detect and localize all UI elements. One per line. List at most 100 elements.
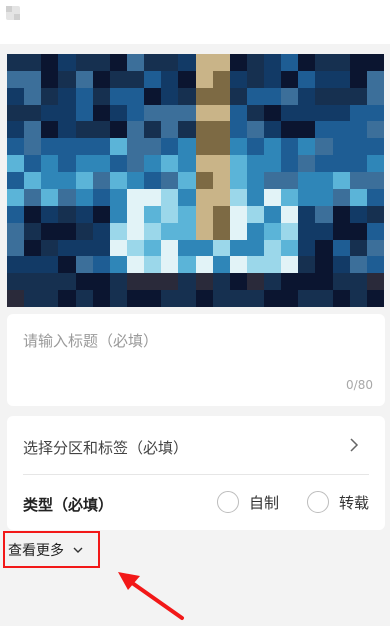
cover-pixel [126,273,145,291]
cover-pixel [7,87,25,106]
cover-pixel [246,155,265,173]
radio-circle-icon[interactable] [217,491,239,513]
cover-pixel [281,239,299,257]
cover-pixel [349,205,368,224]
cover-pixel [229,104,248,122]
cover-pixel [7,121,25,139]
cover-pixel [212,121,231,139]
cover-pixel [126,172,145,190]
cover-pixel [349,87,368,106]
cover-pixel [366,239,384,257]
cover-pixel [144,138,162,156]
radio-circle-icon[interactable] [307,491,329,513]
cover-pixel [366,87,384,106]
cover-pixel [144,121,162,139]
cover-pixel [41,70,59,89]
cover-pixel [58,104,77,122]
cover-pixel [264,54,282,72]
cover-pixel [161,205,179,224]
title-input-placeholder[interactable]: 请输入标题（必填） [23,330,158,351]
cover-pixel [178,54,196,72]
cover-pixel [246,172,265,190]
cover-pixel [24,222,42,241]
cover-pixel [75,188,94,207]
cover-pixel [144,155,162,173]
cover-pixel [298,87,316,106]
cover-pixel [246,205,265,224]
cover-pixel [195,70,214,89]
cover-pixel [281,188,299,207]
cover-pixel [126,205,145,224]
cover-pixel [92,70,111,89]
cover-pixel [212,205,231,224]
red-arrow-annotation-icon [118,572,184,620]
cover-pixel [229,70,248,89]
cover-pixel [178,273,196,291]
title-input-card[interactable]: 请输入标题（必填） 0/80 [7,314,385,406]
cover-pixel [264,121,282,139]
cover-pixel [7,188,25,207]
cover-pixel [212,239,231,257]
cover-pixel [24,104,42,122]
cover-pixel [161,222,179,241]
cover-pixel [195,273,214,291]
cover-pixel [109,290,128,307]
cover-pixel [246,54,265,72]
cover-pixel [349,138,368,156]
cover-pixel [366,70,384,89]
cover-pixel [366,104,384,122]
cover-pixel [109,273,128,291]
type-option-repost[interactable]: 转载 [307,489,369,515]
cover-pixel [349,155,368,173]
cover-pixel [315,54,334,72]
cover-pixel [246,104,265,122]
cover-pixel [41,188,59,207]
cover-pixel [41,87,59,106]
cover-pixel [58,256,77,274]
cover-pixel [58,273,77,291]
cover-pixel [144,205,162,224]
blurred-avatar-icon[interactable] [6,6,20,20]
video-cover-image[interactable] [7,54,384,307]
cover-pixel [298,121,316,139]
cover-pixel [24,188,42,207]
cover-pixel [246,87,265,106]
cover-pixel [126,70,145,89]
cover-pixel [229,155,248,173]
cover-pixel [264,87,282,106]
cover-pixel [126,188,145,207]
cover-pixel [92,290,111,307]
cover-pixel [24,54,42,72]
cover-pixel [349,239,368,257]
cover-pixel [126,121,145,139]
cover-pixel [349,273,368,291]
cover-pixel [144,54,162,72]
cover-pixel [161,239,179,257]
cover-pixel [298,104,316,122]
cover-pixel [298,54,316,72]
cover-pixel [126,239,145,257]
cover-pixel [315,205,334,224]
cover-pixel [109,104,128,122]
cover-pixel [58,121,77,139]
cover-pixel [332,138,351,156]
cover-pixel [315,172,334,190]
cover-pixel [298,155,316,173]
type-option-original[interactable]: 自制 [217,489,279,515]
cover-pixel [332,188,351,207]
cover-pixel [109,239,128,257]
cover-pixel [366,290,384,307]
view-more-button[interactable]: 查看更多 [3,531,100,568]
cover-pixel [178,70,196,89]
cover-pixel [178,172,196,190]
cover-pixel [75,205,94,224]
cover-pixel [92,138,111,156]
cover-pixel [178,222,196,241]
select-category-row[interactable]: 选择分区和标签（必填） [7,416,385,474]
cover-pixel [144,222,162,241]
select-category-label: 选择分区和标签（必填） [23,439,189,457]
cover-pixel [366,256,384,274]
cover-pixel [281,121,299,139]
cover-pixel [264,138,282,156]
cover-pixel [246,256,265,274]
